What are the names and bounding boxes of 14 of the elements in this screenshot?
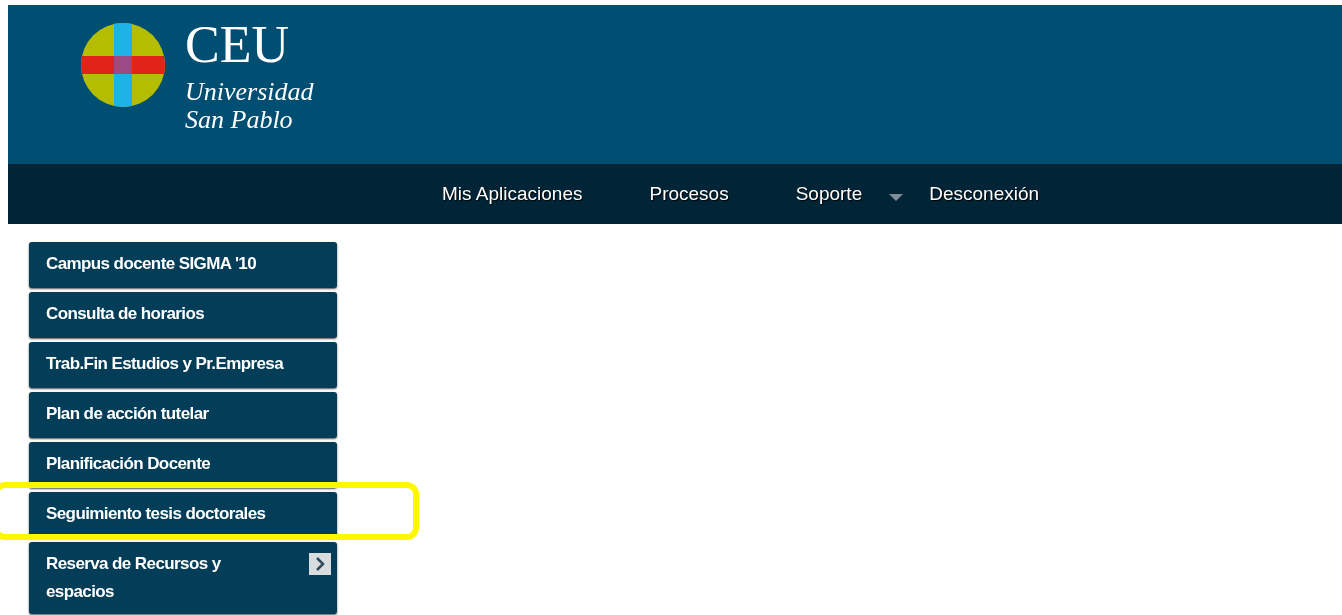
logo-subtitle: San Pablo xyxy=(185,106,293,134)
nav-link[interactable]: Soporte xyxy=(795,183,863,205)
caret-icon[interactable] xyxy=(889,193,904,201)
menu-item[interactable]: Reserva de Recursos y espacios xyxy=(29,542,337,614)
logo-text: CEU xyxy=(185,18,289,72)
menu-item[interactable]: Campus docente SIGMA '10 xyxy=(29,242,337,288)
nav-link[interactable]: Procesos xyxy=(649,183,729,205)
logo-subtitle: Universidad xyxy=(185,78,314,106)
menu-item[interactable]: Trab.Fin Estudios y Pr.Empresa xyxy=(29,342,337,388)
nav-link[interactable]: Desconexión xyxy=(929,183,1040,205)
menu-item[interactable]: Plan de acción tutelar xyxy=(29,392,337,438)
chevron-right-icon[interactable] xyxy=(309,553,331,575)
menu-item[interactable]: Consulta de horarios xyxy=(29,292,337,338)
nav-link[interactable]: Mis Aplicaciones xyxy=(442,183,583,205)
